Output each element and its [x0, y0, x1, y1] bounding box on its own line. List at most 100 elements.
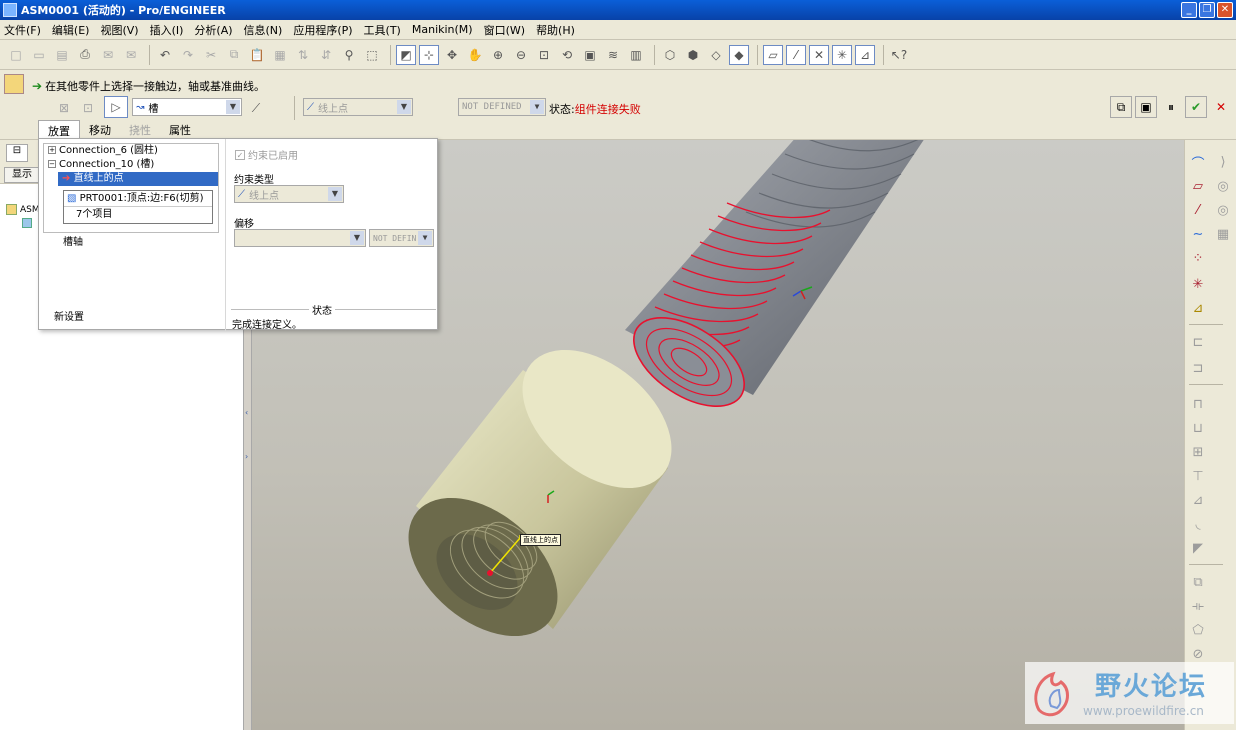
reference-item[interactable]: ▧ PRT0001:顶点:边:F6(切剪) [64, 191, 212, 207]
pattern-icon[interactable]: ⧉ [1188, 572, 1208, 592]
constraint-type-select[interactable]: ⟋ 线上点 ▼ [303, 98, 413, 116]
refit-icon[interactable]: ⊡ [534, 45, 554, 65]
sketch-icon[interactable]: ⌒ [1188, 152, 1208, 172]
menu-help[interactable]: 帮助(H) [536, 22, 575, 38]
menu-manikin[interactable]: Manikin(M) [412, 23, 473, 36]
connection-6-item[interactable]: + Connection_6 (圆柱) [44, 144, 218, 158]
save-icon[interactable]: ▤ [52, 45, 72, 65]
menu-tools[interactable]: 工具(T) [364, 22, 401, 38]
separate-window-icon[interactable]: ⧉ [1110, 96, 1132, 118]
expand-right-icon[interactable]: › [245, 452, 248, 461]
create-component-icon[interactable]: ⊐ [1188, 358, 1208, 378]
reorient-icon[interactable]: ⟲ [557, 45, 577, 65]
draft-icon[interactable]: ⊿ [1188, 490, 1208, 510]
menu-analysis[interactable]: 分析(A) [194, 22, 232, 38]
new-file-icon[interactable]: □ [6, 45, 26, 65]
zoom-in-icon[interactable]: ⊕ [488, 45, 508, 65]
paste-icon[interactable]: 📋 [247, 45, 267, 65]
secondary-sketch-icon[interactable]: ⟩ [1213, 152, 1233, 172]
menu-edit[interactable]: 编辑(E) [52, 22, 90, 38]
shading-icon[interactable]: ◆ [729, 44, 749, 65]
menu-insert[interactable]: 插入(I) [150, 22, 184, 38]
spin-center-icon[interactable]: ⊹ [419, 44, 439, 65]
datum-planes-icon[interactable]: ▱ [763, 44, 783, 65]
menu-info[interactable]: 信息(N) [244, 22, 283, 38]
view-manager-icon[interactable]: ▥ [626, 45, 646, 65]
menu-file[interactable]: 文件(F) [4, 22, 41, 38]
context-help-icon[interactable]: ↖? [889, 45, 909, 65]
find-icon[interactable]: ⚲ [339, 45, 359, 65]
send-link-icon[interactable]: ✉ [121, 45, 141, 65]
layers-icon[interactable]: ≋ [603, 45, 623, 65]
merge-icon[interactable]: ⬠ [1188, 620, 1208, 640]
revolve-secondary-icon[interactable]: ◎ [1213, 200, 1233, 220]
reference-collector[interactable]: ▧ PRT0001:顶点:边:F6(切剪) 7个项目 [63, 190, 213, 224]
menu-window[interactable]: 窗口(W) [484, 22, 525, 38]
print-icon[interactable]: ⎙ [75, 45, 95, 65]
regen-manager-icon[interactable]: ⇵ [316, 45, 336, 65]
tab-flexibility[interactable]: 挠性 [120, 120, 160, 138]
round-icon[interactable]: ◟ [1188, 514, 1208, 534]
model-tree-tab-icon[interactable]: ⊟ [6, 144, 28, 162]
datum-curve-icon[interactable]: ∼ [1188, 224, 1208, 244]
constraint-type-combo[interactable]: ⟋ 线上点 ▼ [234, 185, 344, 203]
hidden-line-icon[interactable]: ⬢ [683, 45, 703, 65]
connection-type-select[interactable]: ↝ 槽 ▼ [132, 98, 242, 116]
send-mail-icon[interactable]: ✉ [98, 45, 118, 65]
close-button[interactable]: ✕ [1217, 2, 1233, 18]
no-hidden-icon[interactable]: ◇ [706, 45, 726, 65]
extrude-icon[interactable]: ⊓ [1188, 394, 1208, 414]
assembly-window-icon[interactable]: ▣ [1135, 96, 1157, 118]
ok-check-icon[interactable]: ✔ [1185, 96, 1207, 118]
redo-icon[interactable]: ↷ [178, 45, 198, 65]
trim-icon[interactable]: ⊘ [1188, 644, 1208, 664]
coordinate-systems-icon[interactable]: ✳ [832, 44, 852, 65]
datum-plane-icon[interactable]: ▱ [1188, 176, 1208, 196]
restore-button[interactable]: ❐ [1199, 2, 1215, 18]
select-box-icon[interactable]: ⬚ [362, 45, 382, 65]
analysis-icon[interactable]: ⊿ [1188, 298, 1208, 318]
minimize-button[interactable]: _ [1181, 2, 1197, 18]
rib-icon[interactable]: ⊤ [1188, 466, 1208, 486]
annotations-icon[interactable]: ⊿ [855, 44, 875, 65]
repaint-icon[interactable]: ◩ [396, 44, 416, 65]
new-set-link[interactable]: 新设置 [54, 308, 84, 323]
datum-axes-icon[interactable]: ⁄ [786, 44, 806, 65]
collapse-left-icon[interactable]: ‹ [245, 408, 248, 417]
tree-root[interactable]: ASM [6, 204, 40, 215]
revolve-icon[interactable]: ⊔ [1188, 418, 1208, 438]
regenerate-icon[interactable]: ⇅ [293, 45, 313, 65]
mirror-icon[interactable]: ⟛ [1188, 596, 1208, 616]
automatic-icon[interactable]: ⊡ [78, 98, 98, 118]
offset-value-combo[interactable]: ▼ [234, 229, 366, 247]
assemble-component-icon[interactable]: ⊏ [1188, 332, 1208, 352]
undo-icon[interactable]: ↶ [155, 45, 175, 65]
bolt-part[interactable] [618, 140, 927, 424]
pause-icon[interactable]: ⏸ [1160, 96, 1182, 118]
point-on-line-constraint-item[interactable]: ➔ 直线上的点 [58, 172, 218, 186]
shell-icon[interactable]: ⊞ [1188, 442, 1208, 462]
datum-axis-icon[interactable]: ⁄ [1188, 200, 1208, 220]
table-icon[interactable]: ▦ [1213, 224, 1233, 244]
tab-placement[interactable]: 放置 [38, 120, 80, 138]
paste-special-icon[interactable]: ▦ [270, 45, 290, 65]
cancel-x-icon[interactable]: ✕ [1210, 96, 1232, 118]
cut-icon[interactable]: ✂ [201, 45, 221, 65]
zoom-out-icon[interactable]: ⊖ [511, 45, 531, 65]
hole-icon[interactable]: ◎ [1213, 176, 1233, 196]
constraint-enabled-checkbox[interactable]: ✓ 约束已启用 [235, 147, 298, 162]
flip-icon[interactable]: ⟋ [246, 98, 266, 118]
orient-mode-icon[interactable]: ✥ [442, 45, 462, 65]
collapse-icon[interactable]: − [48, 160, 56, 168]
saved-views-icon[interactable]: ▣ [580, 45, 600, 65]
wireframe-icon[interactable]: ⬡ [660, 45, 680, 65]
coordinate-system-icon[interactable]: ✳ [1188, 274, 1208, 294]
offset-mode-combo[interactable]: NOT DEFIN ▼ [369, 229, 434, 247]
chamfer-icon[interactable]: ◤ [1188, 538, 1208, 558]
pan-icon[interactable]: ✋ [465, 45, 485, 65]
tab-properties[interactable]: 属性 [160, 120, 200, 138]
menu-view[interactable]: 视图(V) [100, 22, 138, 38]
show-button[interactable]: 显示 [4, 167, 40, 183]
datum-points-icon[interactable]: ✕ [809, 44, 829, 65]
datum-point-icon[interactable]: ⁘ [1188, 248, 1208, 268]
